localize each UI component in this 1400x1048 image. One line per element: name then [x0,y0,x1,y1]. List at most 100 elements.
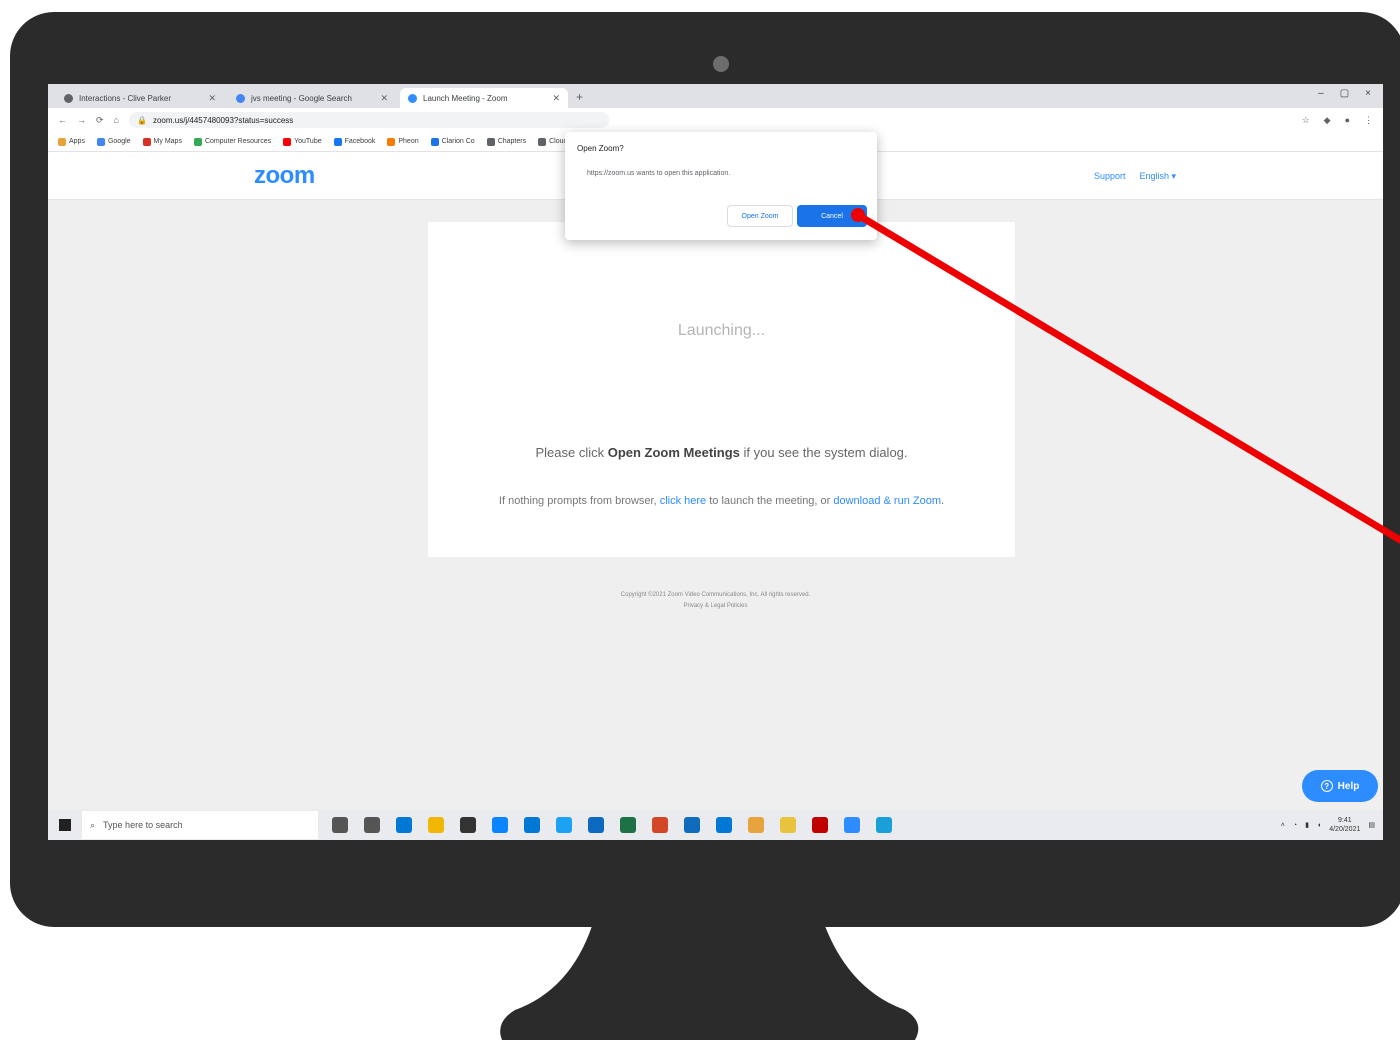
browser-tab[interactable]: Interactions - Clive Parker ✕ [56,88,224,108]
bookmark-item[interactable]: YouTube [283,137,322,146]
stage: Interactions - Clive Parker ✕ jvs meetin… [0,0,1400,1048]
windows-logo-icon [59,819,71,831]
bookmark-favicon-icon [193,137,202,146]
open-zoom-dialog: Open Zoom? https://zoom.us wants to open… [565,132,877,240]
volume-icon[interactable]: ◖ [1317,822,1321,829]
fallback-mid: to launch the meeting, or [706,495,834,507]
reload-icon[interactable]: ⟳ [96,115,104,126]
bookmark-favicon-icon [142,137,151,146]
taskbar-app-icon[interactable] [396,817,412,833]
bookmark-item[interactable]: My Maps [142,137,182,146]
click-here-link[interactable]: click here [660,495,706,507]
launching-status: Launching... [677,322,766,339]
cancel-button[interactable]: Cancel [797,205,867,227]
back-arrow-icon[interactable]: ← [58,115,67,125]
taskbar-app-icon[interactable] [876,817,892,833]
tab-favicon-icon [64,93,73,103]
taskbar-app-icon[interactable] [460,817,476,833]
taskbar-app-icon[interactable] [780,817,796,833]
tab-close-icon[interactable]: ✕ [208,93,216,104]
taskbar-clock[interactable]: 9:41 4/20/2021 [1329,816,1360,834]
address-bar[interactable]: 🔒 zoom.us/j/4457480093?status=success [128,112,609,128]
new-tab-button[interactable]: + [576,90,583,104]
instruction-pre: Please click [535,445,608,460]
taskbar-app-icon[interactable] [364,817,380,833]
network-icon[interactable]: ◔ [1293,822,1297,829]
minimize-button[interactable]: – [1318,88,1324,99]
bookmark-item[interactable]: Google [96,137,131,146]
bookmark-item[interactable]: Computer Resources [193,137,272,146]
bookmark-label: Clarion Co [441,138,475,145]
battery-icon[interactable]: ▮ [1305,821,1309,829]
tab-title: jvs meeting - Google Search [251,93,352,103]
language-selector[interactable]: English ▾ [1140,171,1177,182]
toolbar-right: ☆ ◆ ● ⋮ [1302,115,1373,126]
bookmark-favicon-icon [333,137,342,146]
taskbar-search[interactable]: ⌕ Type here to search [82,811,318,839]
bookmark-favicon-icon [58,137,66,146]
search-icon: ⌕ [90,819,96,830]
bookmark-label: Pheon [398,138,419,145]
notifications-icon[interactable]: ▤ [1368,821,1375,829]
bookmark-label: Google [107,138,131,145]
copyright-text: Copyright ©2021 Zoom Video Communication… [620,592,811,598]
maximize-button[interactable]: ▢ [1340,88,1349,99]
start-button[interactable] [48,810,82,840]
download-zoom-link[interactable]: download & run Zoom [833,495,941,507]
bookmark-label: YouTube [294,138,322,145]
star-icon[interactable]: ☆ [1302,115,1310,126]
instruction-text: Please click Open Zoom Meetings if you s… [428,445,1015,460]
bookmark-item[interactable]: Chapters [486,137,526,146]
zoom-logo[interactable]: zoom [254,162,315,190]
bookmark-label: Computer Resources [204,138,272,145]
profile-avatar-icon[interactable]: ● [1345,115,1350,126]
tray-chevron-icon[interactable]: ˄ [1281,822,1285,829]
taskbar-app-icon[interactable] [684,817,700,833]
taskbar-app-icon[interactable] [748,817,764,833]
launch-card: Launching... Please click Open Zoom Meet… [428,222,1015,557]
taskbar-app-icon[interactable] [556,817,572,833]
help-button[interactable]: ? Help [1302,770,1378,802]
bookmark-item[interactable]: Facebook [333,137,375,146]
taskbar-app-icon[interactable] [716,817,732,833]
tab-close-icon[interactable]: ✕ [380,93,388,104]
tab-title: Launch Meeting - Zoom [423,93,508,103]
clock-date: 4/20/2021 [1329,826,1361,833]
close-window-button[interactable]: × [1365,88,1371,99]
browser-tab-bar: Interactions - Clive Parker ✕ jvs meetin… [48,84,1383,108]
menu-icon[interactable]: ⋮ [1364,115,1373,126]
url-text: zoom.us/j/4457480093?status=success [152,115,294,125]
privacy-link[interactable]: Privacy & Legal Policies [48,601,1383,612]
bookmark-favicon-icon [283,137,292,146]
taskbar-app-icon[interactable] [812,817,828,833]
taskbar-app-icon[interactable] [620,817,636,833]
bookmark-item[interactable]: Apps [58,137,85,146]
bookmark-favicon-icon [538,137,547,146]
bookmark-item[interactable]: Clarion Co [430,137,475,146]
browser-tab[interactable]: jvs meeting - Google Search ✕ [228,88,396,108]
extension-icon[interactable]: ◆ [1324,115,1331,126]
bookmark-favicon-icon [430,137,439,146]
taskbar-app-icon[interactable] [492,817,508,833]
taskbar-app-icon[interactable] [588,817,604,833]
tab-close-icon[interactable]: ✕ [552,93,560,104]
browser-toolbar: ← → ⟳ ⌂ 🔒 zoom.us/j/4457480093?status=su… [48,108,1383,132]
taskbar-app-icon[interactable] [652,817,668,833]
taskbar-app-icon[interactable] [844,817,860,833]
open-zoom-button[interactable]: Open Zoom [727,205,793,227]
bookmark-item[interactable]: Pheon [387,137,419,146]
bookmark-favicon-icon [387,137,396,146]
home-icon[interactable]: ⌂ [114,115,119,125]
taskbar-app-icon[interactable] [332,817,348,833]
support-link[interactable]: Support [1094,171,1126,182]
dialog-message: https://zoom.us wants to open this appli… [587,170,731,177]
window-controls: – ▢ × [1318,88,1371,99]
forward-arrow-icon[interactable]: → [77,115,86,125]
help-icon: ? [1320,780,1333,792]
bookmark-label: Apps [69,138,85,145]
browser-tab-active[interactable]: Launch Meeting - Zoom ✕ [400,88,568,108]
taskbar-app-icon[interactable] [428,817,444,833]
taskbar-app-icon[interactable] [524,817,540,833]
bookmark-item[interactable]: Cloud [538,137,567,146]
tab-title: Interactions - Clive Parker [79,93,172,103]
